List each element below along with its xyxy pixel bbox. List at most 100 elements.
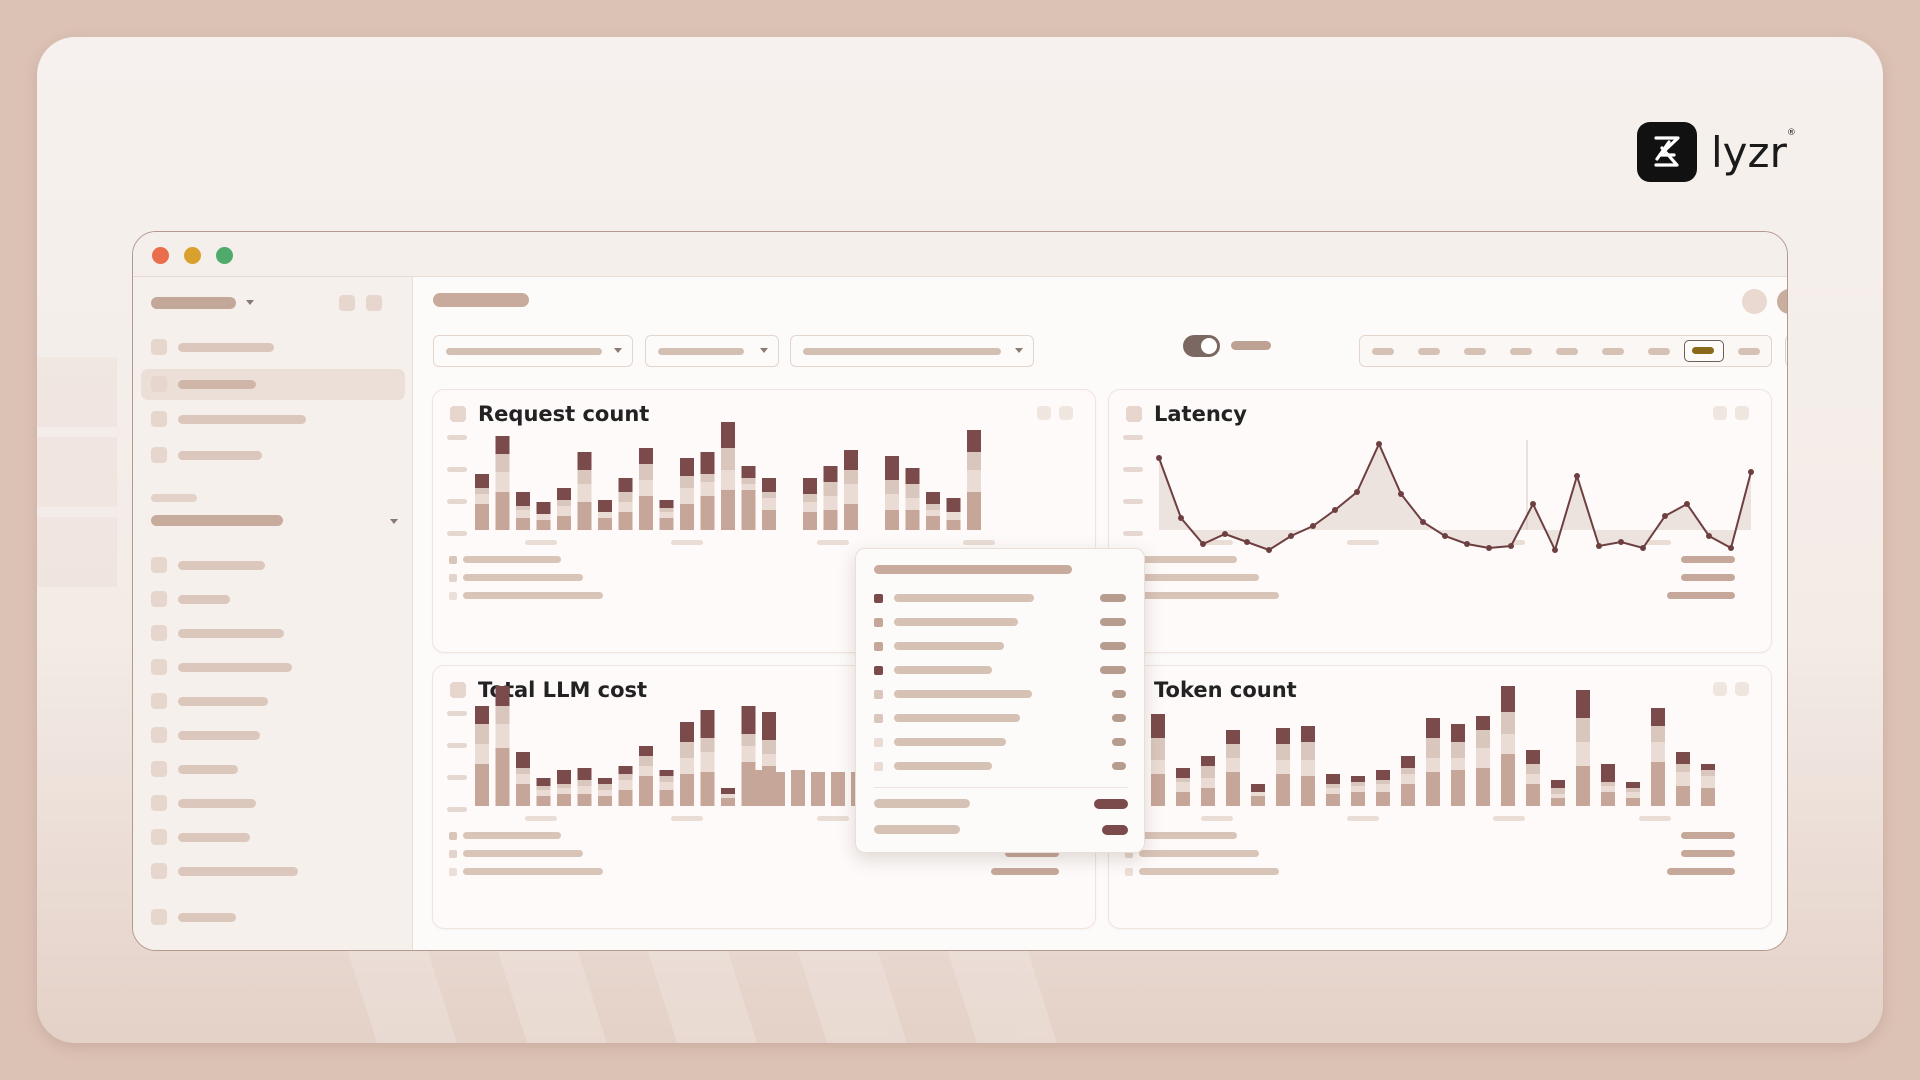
bar-segment [1401, 768, 1415, 774]
legend-label [463, 556, 561, 563]
filter-select[interactable] [645, 335, 779, 367]
bar-segment [598, 518, 612, 530]
sidebar-item[interactable] [178, 629, 284, 638]
bar-segment [1226, 758, 1240, 772]
bar-segment [1151, 774, 1165, 806]
sidebar-item[interactable] [178, 663, 292, 672]
bar-segment [844, 450, 858, 470]
sidebar-item[interactable] [178, 765, 238, 774]
bar-segment [516, 752, 530, 768]
bar-segment [1476, 768, 1490, 806]
sidebar-action-icon[interactable] [339, 295, 355, 311]
segment[interactable] [1510, 348, 1532, 355]
bar-segment [1676, 764, 1690, 772]
bar-segment [659, 776, 674, 782]
y-tick-stub [447, 743, 467, 748]
y-tick-stub [447, 711, 467, 716]
bar-segment [577, 502, 592, 530]
bar-segment [475, 706, 489, 724]
bar-segment [1526, 750, 1540, 764]
minimize-window-button[interactable] [184, 247, 201, 264]
bar-segment [1701, 770, 1715, 776]
help-button[interactable] [1742, 289, 1767, 314]
legend-label [1139, 850, 1259, 857]
bar-segment [1426, 758, 1440, 772]
latency-point [1222, 531, 1228, 537]
sidebar-section-header[interactable] [151, 515, 283, 526]
page-title [433, 293, 529, 307]
filter-select[interactable] [433, 335, 633, 367]
bar-segment [1276, 728, 1290, 744]
chevron-down-icon[interactable] [246, 300, 254, 305]
bar-segment [475, 474, 489, 488]
bar-segment [1551, 794, 1565, 798]
bar-segment [680, 774, 694, 806]
tooltip-row-value [1100, 594, 1126, 602]
tooltip-row-value [1112, 690, 1126, 698]
bar-segment [639, 766, 653, 776]
latency-point [1574, 473, 1580, 479]
toggle-switch[interactable] [1183, 335, 1220, 357]
segment[interactable] [1418, 348, 1440, 355]
bar-segment [741, 478, 756, 484]
bar-segment [680, 504, 694, 530]
bar-segment [536, 790, 551, 796]
bar-segment [721, 788, 735, 794]
sidebar-item[interactable] [178, 697, 268, 706]
segment[interactable] [1602, 348, 1624, 355]
bar-segment [1526, 784, 1540, 806]
latency-point [1178, 515, 1184, 521]
maximize-window-button[interactable] [216, 247, 233, 264]
sidebar-item[interactable] [178, 451, 262, 460]
status-filter[interactable] [1785, 335, 1787, 367]
bar-segment [791, 770, 805, 806]
tooltip-row-label [894, 714, 1020, 722]
sidebar-action-icon[interactable] [366, 295, 382, 311]
sidebar-item[interactable] [178, 913, 236, 922]
sidebar-item[interactable] [178, 799, 256, 808]
time-range-segmented-control[interactable] [1359, 335, 1772, 367]
bar-segment [1626, 788, 1640, 792]
segment[interactable] [1556, 348, 1578, 355]
legend-square-icon [874, 738, 883, 747]
bar-segment [516, 506, 530, 510]
bar-segment [1601, 786, 1615, 792]
bar-segment [1451, 770, 1465, 806]
sidebar-item[interactable] [178, 415, 306, 424]
chevron-down-icon[interactable] [390, 519, 398, 524]
bar-segment [577, 470, 592, 484]
bar-segment [577, 452, 592, 470]
bar-segment [1376, 770, 1390, 780]
bar-segment [516, 774, 530, 784]
bar-segment [762, 754, 776, 766]
bar-segment [741, 734, 756, 746]
sidebar-item[interactable] [178, 595, 230, 604]
legend-square-icon [874, 762, 883, 771]
x-tick-stub [1347, 816, 1379, 821]
sidebar-item[interactable] [178, 731, 260, 740]
segment[interactable] [1738, 348, 1760, 355]
segment[interactable] [1464, 348, 1486, 355]
segment[interactable] [1648, 348, 1670, 355]
close-window-button[interactable] [152, 247, 169, 264]
bar-segment [577, 780, 592, 786]
bar-segment [1651, 726, 1665, 742]
sidebar-item-label [178, 380, 256, 389]
workspace-switcher[interactable] [151, 297, 236, 309]
sidebar-item[interactable] [178, 833, 250, 842]
bar-segment [762, 740, 776, 754]
bar-segment [618, 512, 633, 530]
sidebar-item[interactable] [178, 343, 274, 352]
tooltip-row-label [894, 618, 1018, 626]
bar-segment [823, 482, 838, 496]
bar-segment [577, 768, 592, 780]
sidebar-item[interactable] [178, 561, 265, 570]
filter-select[interactable] [790, 335, 1034, 367]
segment[interactable] [1372, 348, 1394, 355]
sidebar-item[interactable] [178, 867, 298, 876]
bar-segment [967, 492, 981, 530]
x-tick-stub [1347, 540, 1379, 545]
avatar[interactable] [1777, 289, 1787, 314]
segment-selected[interactable] [1684, 340, 1724, 362]
latency-point [1288, 533, 1294, 539]
